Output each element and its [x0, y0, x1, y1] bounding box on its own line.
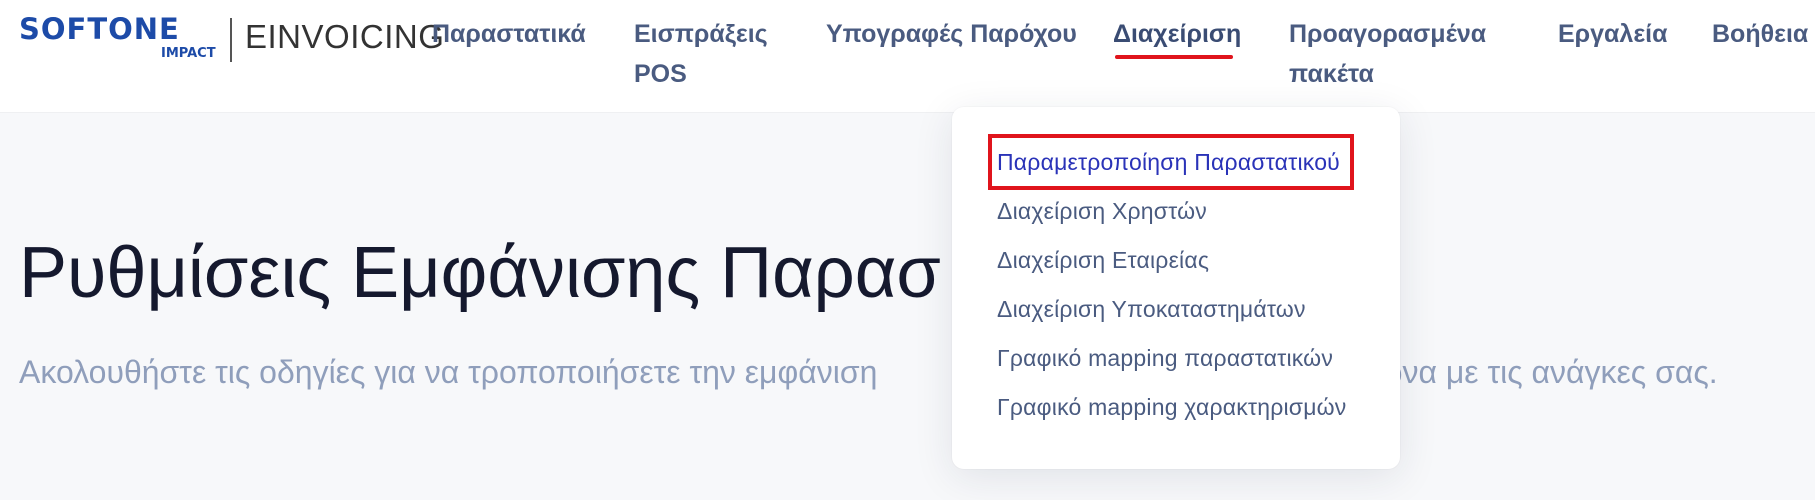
menu-item-company-management[interactable]: Διαχείριση Εταιρείας [997, 245, 1209, 275]
menu-item-document-mapping[interactable]: Γραφικό mapping παραστατικών [997, 343, 1333, 373]
management-dropdown-menu: Παραμετροποίηση Παραστατικού Διαχείριση … [952, 107, 1400, 469]
nav-item-help[interactable]: Βοήθεια [1712, 14, 1808, 54]
menu-item-document-settings[interactable]: Παραμετροποίηση Παραστατικού [997, 147, 1340, 177]
top-header: SOFTONE IMPACT EINVOICING Παραστατικά Ει… [0, 0, 1815, 112]
nav-item-prepaid-packages[interactable]: Προαγορασμένα πακέτα [1289, 14, 1489, 94]
nav-item-provider-signatures[interactable]: Υπογραφές Παρόχου [826, 14, 1077, 54]
nav-item-pos-payments[interactable]: Εισπράξεις POS [634, 14, 768, 94]
menu-item-branch-management[interactable]: Διαχείριση Υποκαταστημάτων [997, 294, 1306, 324]
logo-divider [230, 18, 232, 62]
nav-item-management[interactable]: Διαχείριση [1113, 14, 1241, 54]
logo-sub: IMPACT [161, 46, 216, 61]
product-name: EINVOICING [245, 18, 445, 55]
menu-item-classification-mapping[interactable]: Γραφικό mapping χαρακτηρισμών [997, 392, 1347, 422]
menu-item-user-management[interactable]: Διαχείριση Χρηστών [997, 196, 1207, 226]
page-subtitle: Ακολουθήστε τις οδηγίες για να τροποποιή… [19, 354, 1718, 390]
logo-wordmark: SOFTONE [19, 12, 180, 46]
nav-item-tools[interactable]: Εργαλεία [1558, 14, 1668, 54]
page-title: Ρυθμίσεις Εμφάνισης Παρασ [19, 233, 941, 313]
nav-item-documents[interactable]: Παραστατικά [432, 14, 586, 54]
active-nav-underline [1115, 55, 1233, 59]
